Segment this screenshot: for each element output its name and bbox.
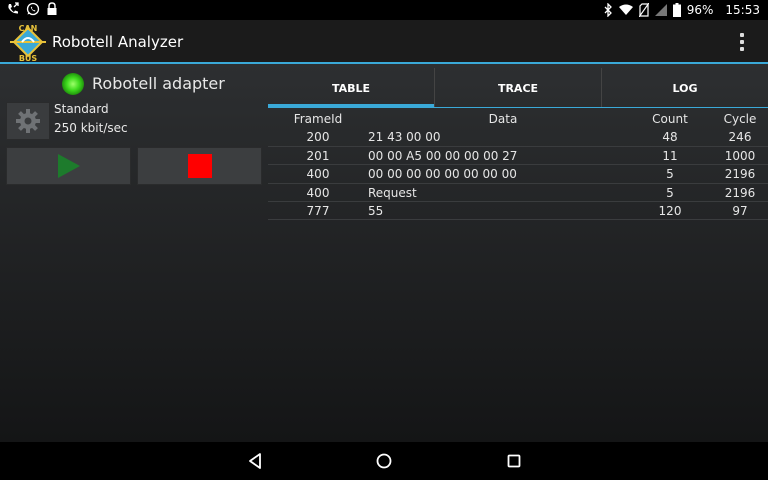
missed-call-icon	[8, 2, 19, 14]
stop-icon	[187, 154, 212, 178]
tab-log[interactable]: LOG	[601, 68, 768, 108]
status-bar-right: 96% 15:53	[603, 2, 760, 18]
table-row[interactable]: 777 55 120 97	[268, 202, 768, 221]
status-bar-left	[6, 2, 58, 16]
wifi-icon	[618, 4, 633, 15]
column-header-cycle: Cycle	[723, 112, 757, 126]
column-header-count: Count	[652, 112, 688, 126]
frame-count-cell: 120	[658, 203, 682, 218]
frame-data-cell: 55	[368, 203, 384, 218]
home-button[interactable]	[374, 451, 394, 471]
column-header-data: Data	[488, 112, 518, 126]
bluetooth-icon	[604, 3, 612, 17]
logo-text-can: CAN	[19, 24, 38, 33]
tab-label: TABLE	[331, 81, 371, 95]
gear-icon	[16, 109, 40, 133]
frame-id-cell: 777	[306, 203, 330, 218]
tab-label: LOG	[672, 81, 698, 95]
battery-icon	[672, 3, 681, 17]
bitrate-text: 250 kbit/sec	[54, 121, 128, 135]
clock: 15:53	[725, 3, 760, 17]
tab-label: TRACE	[497, 81, 539, 95]
can-mode-text: Standard	[54, 102, 109, 116]
back-triangle-icon	[249, 453, 261, 469]
whatsapp-icon	[26, 2, 40, 16]
frame-count-cell: 11	[662, 148, 678, 163]
tab-trace[interactable]: TRACE	[434, 68, 601, 108]
frame-table: FrameId Data Count Cycle 200 21 43 00 00…	[268, 110, 768, 221]
overflow-menu-button[interactable]	[732, 30, 752, 54]
recents-square-icon	[507, 454, 521, 468]
frame-cycle-cell: 1000	[724, 148, 756, 163]
adapter-name: Robotell adapter	[92, 74, 225, 93]
signal-icon	[654, 4, 667, 16]
tab-table[interactable]: TABLE	[268, 68, 434, 108]
no-sim-icon	[638, 3, 649, 17]
tab-divider	[268, 107, 768, 108]
table-header: FrameId Data Count Cycle	[268, 110, 768, 128]
frame-count-cell: 5	[666, 167, 674, 182]
stop-button[interactable]	[137, 147, 262, 185]
table-row[interactable]: 400 00 00 00 00 00 00 00 00 5 2196	[268, 165, 768, 184]
start-button[interactable]	[6, 147, 131, 185]
table-row[interactable]: 201 00 00 A5 00 00 00 00 27 11 1000	[268, 147, 768, 166]
frame-data-cell: 21 43 00 00	[368, 130, 441, 145]
recents-button[interactable]	[504, 451, 524, 471]
table-row[interactable]: 200 21 43 00 00 48 246	[268, 128, 768, 147]
frame-id-cell: 201	[306, 148, 330, 163]
frame-cycle-cell: 2196	[724, 185, 756, 200]
connection-status-led	[62, 73, 84, 95]
back-button[interactable]	[245, 451, 265, 471]
app-title: Robotell Analyzer	[52, 33, 184, 51]
status-bar: 96% 15:53	[0, 0, 768, 20]
home-circle-icon	[376, 453, 392, 469]
frame-cycle-cell: 246	[728, 130, 752, 145]
frame-cycle-cell: 2196	[724, 167, 756, 182]
column-header-frameid: FrameId	[293, 112, 343, 126]
frame-id-cell: 400	[306, 167, 330, 182]
frame-id-cell: 400	[306, 185, 330, 200]
overflow-dot-icon	[740, 33, 744, 37]
logo-text-bus: BUS	[19, 54, 38, 62]
frame-cycle-cell: 97	[732, 203, 748, 218]
table-row[interactable]: 400 Request 5 2196	[268, 184, 768, 202]
adapter-settings-button[interactable]	[6, 102, 50, 140]
frame-count-cell: 5	[666, 185, 674, 200]
can-bus-logo: CAN BUS	[10, 24, 46, 62]
battery-percent: 96%	[686, 3, 714, 17]
frame-count-cell: 48	[662, 130, 678, 145]
overflow-dot-icon	[740, 47, 744, 51]
frame-data-cell: 00 00 00 00 00 00 00 00	[368, 167, 517, 182]
frame-id-cell: 200	[306, 130, 330, 145]
lock-icon	[47, 2, 57, 15]
frame-data-cell: Request	[368, 185, 417, 200]
play-icon	[57, 154, 80, 178]
frame-data-cell: 00 00 A5 00 00 00 00 27	[368, 148, 518, 163]
overflow-dot-icon	[740, 40, 744, 44]
tab-bar: TABLE TRACE LOG	[268, 68, 768, 108]
